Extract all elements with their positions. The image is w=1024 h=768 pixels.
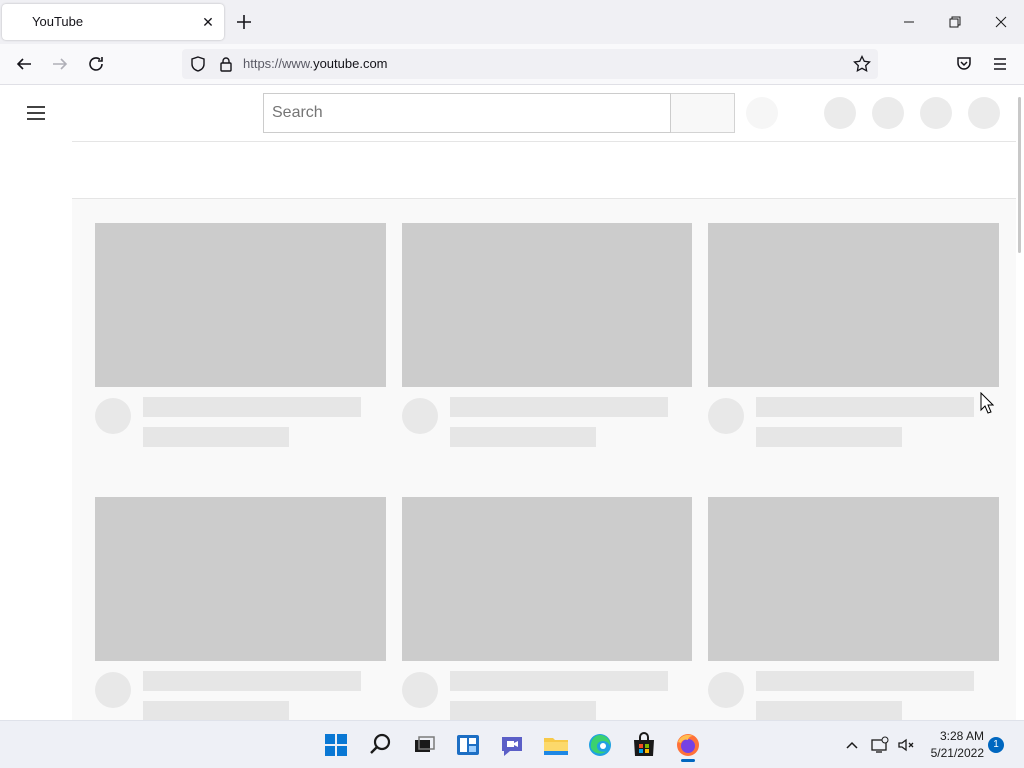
restore-icon: [949, 16, 961, 28]
video-thumbnail-skeleton[interactable]: [402, 497, 692, 661]
tab-close-icon[interactable]: ✕: [198, 12, 218, 32]
masthead-button-placeholder[interactable]: [872, 97, 904, 129]
search-icon: [370, 733, 391, 754]
store-button[interactable]: [628, 729, 660, 761]
voice-search-placeholder[interactable]: [746, 97, 778, 129]
show-hidden-icons-button[interactable]: [842, 735, 862, 755]
arrow-left-icon: [16, 58, 31, 70]
edge-button[interactable]: [584, 729, 616, 761]
task-view-icon: [415, 736, 435, 752]
firefox-icon: [677, 734, 699, 756]
windows-logo-icon: [325, 734, 347, 756]
active-app-indicator: [681, 759, 695, 762]
edge-icon: [589, 734, 611, 756]
title-line-skeleton: [143, 671, 361, 691]
firefox-button[interactable]: [672, 729, 704, 762]
title-line-skeleton: [450, 397, 668, 417]
pocket-icon: [957, 57, 971, 70]
video-thumbnail-skeleton[interactable]: [708, 497, 999, 661]
channel-avatar-skeleton: [95, 398, 131, 434]
minimize-button[interactable]: [895, 8, 923, 36]
avatar-placeholder[interactable]: [968, 97, 1000, 129]
meta-line-skeleton: [756, 427, 902, 447]
pocket-button[interactable]: [952, 52, 976, 76]
channel-avatar-skeleton: [95, 672, 131, 708]
browser-navbar: https://www.youtube.com: [0, 44, 1024, 85]
browser-titlebar: YouTube ✕: [0, 0, 1024, 44]
video-grid: [72, 199, 1016, 720]
reload-button[interactable]: [84, 52, 108, 76]
mouse-cursor-icon: [980, 392, 994, 414]
clock-time[interactable]: 3:28 AM: [920, 729, 984, 743]
url-prefix: https://www.: [243, 56, 314, 71]
hamburger-menu-icon: [994, 58, 1006, 70]
channel-avatar-skeleton: [708, 398, 744, 434]
arrow-right-icon: [53, 58, 68, 70]
search-input[interactable]: [264, 94, 670, 132]
new-tab-button[interactable]: [232, 10, 256, 34]
meta-line-skeleton: [143, 427, 289, 447]
tab-title: YouTube: [32, 14, 84, 29]
windows-taskbar: 3:28 AM 5/21/2022 1: [0, 720, 1024, 768]
file-explorer-button[interactable]: [540, 729, 572, 761]
address-bar[interactable]: https://www.youtube.com: [182, 49, 878, 79]
url-text: https://www.youtube.com: [243, 56, 388, 71]
search-button[interactable]: [671, 93, 735, 133]
title-line-skeleton: [450, 671, 668, 691]
meta-line-skeleton: [143, 701, 289, 720]
guide-menu-button[interactable]: [22, 99, 50, 127]
meta-line-skeleton: [450, 427, 596, 447]
store-icon: [634, 732, 654, 756]
tab-youtube[interactable]: YouTube ✕: [2, 4, 224, 40]
scrollbar-thumb[interactable]: [1018, 97, 1021, 253]
title-line-skeleton: [756, 397, 974, 417]
meta-line-skeleton: [756, 701, 902, 720]
webpage: [0, 85, 1024, 720]
title-line-skeleton: [756, 671, 974, 691]
chevron-up-icon: [846, 741, 858, 749]
url-host: youtube.com: [313, 56, 388, 71]
reload-icon: [89, 57, 103, 71]
video-thumbnail-skeleton[interactable]: [95, 497, 386, 661]
forward-button[interactable]: [48, 52, 72, 76]
minimize-icon: [904, 21, 914, 23]
chips-bar: [72, 141, 1016, 199]
search-button[interactable]: [364, 729, 396, 761]
shield-icon[interactable]: [188, 54, 208, 74]
star-icon[interactable]: [852, 54, 872, 74]
search-box[interactable]: [263, 93, 671, 133]
start-button[interactable]: [320, 729, 352, 761]
video-thumbnail-skeleton[interactable]: [402, 223, 692, 387]
network-status-button[interactable]: [870, 735, 890, 755]
hamburger-menu-icon: [27, 106, 45, 120]
task-view-button[interactable]: [408, 729, 440, 761]
channel-avatar-skeleton: [708, 672, 744, 708]
restore-button[interactable]: [941, 8, 969, 36]
lock-icon[interactable]: [216, 54, 236, 74]
channel-avatar-skeleton: [402, 672, 438, 708]
teams-chat-icon: [502, 737, 522, 756]
clock-date[interactable]: 5/21/2022: [912, 746, 984, 760]
close-window-button[interactable]: [987, 8, 1015, 36]
folder-icon: [544, 738, 568, 755]
widgets-icon: [457, 735, 479, 755]
title-line-skeleton: [143, 397, 361, 417]
chat-button[interactable]: [496, 729, 528, 761]
widgets-button[interactable]: [452, 729, 484, 761]
app-menu-button[interactable]: [988, 52, 1012, 76]
youtube-masthead: [0, 85, 1016, 141]
plus-icon: [237, 15, 251, 29]
network-disconnected-icon: [871, 736, 889, 753]
notification-badge[interactable]: 1: [988, 737, 1004, 753]
video-thumbnail-skeleton[interactable]: [708, 223, 999, 387]
back-button[interactable]: [12, 52, 36, 76]
masthead-button-placeholder[interactable]: [824, 97, 856, 129]
meta-line-skeleton: [450, 701, 596, 720]
channel-avatar-skeleton: [402, 398, 438, 434]
video-thumbnail-skeleton[interactable]: [95, 223, 386, 387]
masthead-button-placeholder[interactable]: [920, 97, 952, 129]
close-icon: [995, 16, 1007, 28]
